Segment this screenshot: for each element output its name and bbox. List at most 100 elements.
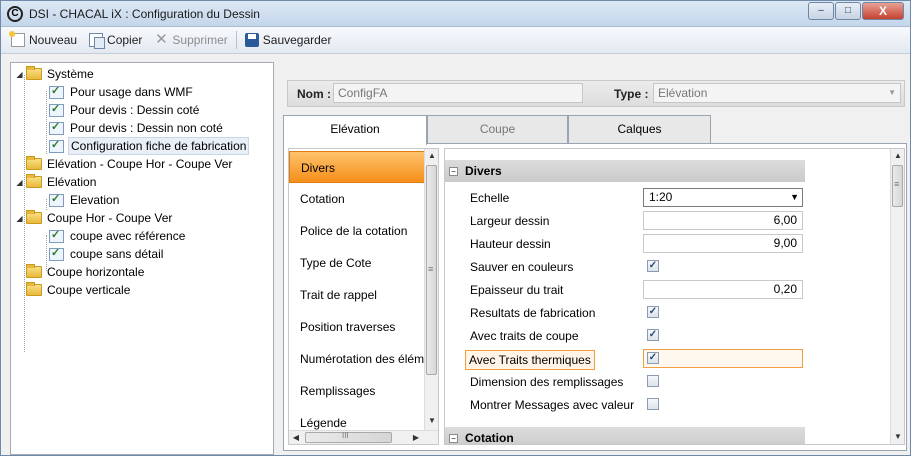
sauver-couleurs-checkbox[interactable]: ✓ [647, 260, 659, 272]
category-police-cotation[interactable]: Police de la cotation [289, 215, 425, 247]
category-numerotation[interactable]: Numérotation des élém [289, 343, 425, 375]
hauteur-input[interactable]: 9,00 [643, 234, 803, 253]
scroll-right-arrow-icon[interactable]: ▶ [409, 431, 423, 444]
tree-node-leaf[interactable]: coupe sans détail [47, 245, 165, 263]
scroll-down-arrow-icon[interactable]: ▼ [891, 430, 904, 444]
tree-node-label: Coupe verticale [47, 283, 131, 297]
echelle-select[interactable]: 1:20 ▼ [643, 188, 803, 207]
scroll-left-arrow-icon[interactable]: ◀ [289, 431, 303, 444]
section-title: Cotation [465, 431, 514, 445]
scroll-thumb[interactable]: ≡ [892, 165, 903, 207]
property-vertical-scrollbar[interactable]: ▲ ≡ ▼ [890, 149, 904, 444]
config-doc-icon [49, 138, 64, 153]
epaisseur-input[interactable]: 0,20 [643, 280, 803, 299]
save-button[interactable]: Sauvegarder [239, 29, 338, 51]
scroll-thumb[interactable]: ≡ [426, 165, 437, 375]
grip-icon: III [342, 431, 349, 440]
section-header-cotation[interactable]: − Cotation [445, 427, 805, 445]
property-row-traits-coupe: Avec traits de coupe ✓ [445, 325, 895, 347]
category-list[interactable]: Divers Cotation Police de la cotation Ty… [288, 148, 439, 445]
expand-arrow-icon[interactable]: ◢ [15, 178, 24, 187]
tree-node-label: Pour devis : Dessin coté [70, 103, 200, 117]
resultats-fabrication-checkbox[interactable]: ✓ [647, 306, 659, 318]
traits-coupe-checkbox[interactable]: ✓ [647, 329, 659, 341]
property-row-resultats: Resultats de fabrication ✓ [445, 302, 895, 324]
maximize-button[interactable]: □ [835, 2, 861, 20]
tree-node-folder[interactable]: Coupe verticale [24, 281, 132, 299]
tree-node-leaf[interactable]: coupe avec référence [47, 227, 187, 245]
tab-coupe[interactable]: Coupe [427, 115, 568, 143]
folder-icon [26, 282, 42, 296]
scroll-down-arrow-icon[interactable]: ▼ [425, 414, 438, 428]
tree-node-leaf[interactable]: Elevation [47, 191, 121, 209]
tree-node-selected[interactable]: Configuration fiche de fabrication [47, 137, 250, 155]
tab-calques[interactable]: Calques [568, 115, 711, 143]
tree-node-label: Configuration fiche de fabrication [68, 137, 250, 155]
expand-arrow-icon[interactable]: ◢ [15, 214, 24, 223]
configuration-tree[interactable]: ◢ Système Pour usage dans WMF Pour devis… [10, 62, 274, 455]
delete-button-label: Supprimer [172, 33, 228, 47]
traits-thermiques-checkbox[interactable]: ✓ [647, 352, 659, 364]
property-label: Dimension des remplissages [470, 375, 624, 389]
property-label: Hauteur dessin [470, 237, 551, 251]
category-type-cote[interactable]: Type de Cote [289, 247, 425, 279]
category-horizontal-scrollbar[interactable]: ◀ III ▶ [289, 430, 438, 444]
largeur-input[interactable]: 6,00 [643, 211, 803, 230]
save-button-label: Sauvegarder [262, 33, 332, 47]
tree-node-coupe-hor-ver[interactable]: ◢ Coupe Hor - Coupe Ver [15, 209, 174, 227]
new-document-icon [9, 31, 25, 47]
save-disk-icon [244, 33, 259, 47]
close-button[interactable]: X [862, 2, 904, 20]
echelle-value: 1:20 [649, 190, 673, 204]
tree-node-label: Elévation - Coupe Hor - Coupe Ver [47, 157, 233, 171]
window-controls: – □ X [808, 2, 904, 20]
config-doc-icon [49, 84, 64, 99]
property-label: Sauver en couleurs [470, 260, 574, 274]
montrer-messages-checkbox[interactable] [647, 398, 659, 410]
new-button[interactable]: Nouveau [5, 29, 83, 51]
grip-icon: ≡ [894, 179, 900, 189]
property-row-traits-thermiques: Avec Traits thermiques ✓ [445, 348, 895, 370]
tree-node-label: coupe sans détail [70, 247, 164, 261]
category-remplissages[interactable]: Remplissages [289, 375, 425, 407]
toolbar: Nouveau Copier ✕ Supprimer Sauvegarder [1, 27, 910, 54]
copy-button[interactable]: Copier [83, 29, 148, 51]
minimize-button[interactable]: – [808, 2, 834, 20]
nom-label: Nom : [297, 87, 331, 101]
category-vertical-scrollbar[interactable]: ▲ ≡ ▼ [424, 149, 438, 430]
collapse-icon[interactable]: − [449, 166, 458, 176]
tree-node-leaf[interactable]: Pour devis : Dessin coté [47, 101, 201, 119]
type-select[interactable]: Elévation ▼ [653, 83, 901, 103]
tab-elevation[interactable]: Elévation [283, 115, 427, 145]
section-title: Divers [465, 164, 502, 178]
property-grid[interactable]: − Divers Echelle 1:20 ▼ Largeur dessin 6… [444, 148, 905, 445]
scroll-up-arrow-icon[interactable]: ▲ [891, 149, 904, 163]
tree-node-leaf[interactable]: Pour devis : Dessin non coté [47, 119, 225, 137]
collapse-icon[interactable]: − [449, 433, 458, 443]
dimension-remplissages-checkbox[interactable] [647, 375, 659, 387]
h-scroll-thumb[interactable]: III [305, 431, 392, 443]
scroll-up-arrow-icon[interactable]: ▲ [425, 149, 438, 163]
tree-node-folder[interactable]: Elévation - Coupe Hor - Coupe Ver [24, 155, 234, 173]
category-position-traverses[interactable]: Position traverses [289, 311, 425, 343]
property-label: Epaisseur du trait [470, 283, 564, 297]
expand-arrow-icon[interactable]: ◢ [15, 70, 24, 79]
folder-icon [26, 174, 42, 188]
tree-node-systeme[interactable]: ◢ Système [15, 65, 96, 83]
property-label-highlighted: Avec Traits thermiques [465, 350, 595, 370]
traits-thermiques-cell[interactable] [643, 349, 803, 368]
section-header-divers[interactable]: − Divers [445, 160, 805, 182]
tree-node-leaf[interactable]: Pour usage dans WMF [47, 83, 195, 101]
property-label: Avec traits de coupe [470, 329, 579, 343]
property-row-epaisseur: Epaisseur du trait 0,20 [445, 279, 895, 301]
delete-x-icon: ✕ [155, 31, 168, 48]
tree-node-folder[interactable]: Coupe horizontale [24, 263, 146, 281]
delete-button[interactable]: ✕ Supprimer [148, 29, 233, 51]
category-trait-rappel[interactable]: Trait de rappel [289, 279, 425, 311]
title-bar: C DSI - CHACAL iX : Configuration du Des… [1, 1, 910, 27]
nom-field[interactable]: ConfigFA [333, 83, 583, 103]
category-cotation[interactable]: Cotation [289, 183, 425, 215]
window-title: DSI - CHACAL iX : Configuration du Dessi… [29, 7, 260, 21]
tree-node-elevation[interactable]: ◢ Elévation [15, 173, 98, 191]
category-divers[interactable]: Divers [289, 151, 425, 183]
